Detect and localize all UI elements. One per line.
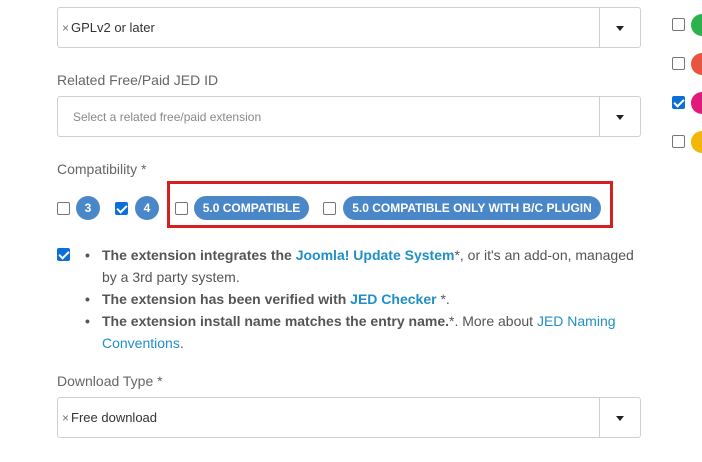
green-badge-icon: [691, 14, 702, 36]
license-select[interactable]: × GPLv2 or later: [57, 7, 641, 48]
related-label: Related Free/Paid JED ID: [57, 72, 219, 88]
requirement-note: *. More about: [449, 313, 537, 329]
related-dropdown-toggle[interactable]: [599, 97, 640, 136]
compatibility-label: Compatibility *: [57, 161, 147, 177]
related-select[interactable]: Select a related free/paid extension: [57, 96, 641, 137]
download-type-label: Download Type *: [57, 373, 163, 389]
pink-badge-icon: [691, 92, 702, 114]
caret-down-icon: [616, 115, 624, 120]
compat-3-badge: 3: [76, 196, 100, 220]
download-type-tag[interactable]: × Free download: [62, 410, 157, 425]
jed-checker-link[interactable]: JED Checker: [350, 291, 436, 307]
requirement-text: The extension has been verified with: [102, 291, 351, 307]
compat-5-checkbox[interactable]: [175, 202, 188, 215]
red-badge-icon: [691, 53, 702, 75]
list-item: The extension install name matches the e…: [85, 310, 645, 354]
right-checkbox-4[interactable]: [672, 135, 685, 148]
compat-4-checkbox[interactable]: [115, 202, 128, 215]
requirements-list: The extension integrates the Joomla! Upd…: [85, 244, 645, 354]
download-type-tag-label: Free download: [71, 410, 158, 425]
list-item: The extension integrates the Joomla! Upd…: [85, 244, 645, 288]
license-dropdown-toggle[interactable]: [599, 8, 640, 47]
requirements-checkbox[interactable]: [57, 248, 70, 261]
remove-tag-icon[interactable]: ×: [62, 411, 69, 425]
right-checkbox-2[interactable]: [672, 57, 685, 70]
yellow-badge-icon: [691, 131, 702, 153]
related-placeholder: Select a related free/paid extension: [73, 110, 262, 124]
list-item: The extension has been verified with JED…: [85, 288, 645, 310]
download-type-dropdown-toggle[interactable]: [599, 398, 640, 437]
remove-tag-icon[interactable]: ×: [62, 21, 69, 35]
requirement-text: The extension integrates the: [102, 247, 296, 263]
download-type-select[interactable]: × Free download: [57, 397, 641, 438]
right-checkbox-3[interactable]: [672, 96, 685, 109]
joomla-update-system-link[interactable]: Joomla! Update System: [296, 247, 455, 263]
license-tag[interactable]: × GPLv2 or later: [62, 20, 155, 35]
caret-down-icon: [616, 416, 624, 421]
requirement-text: The extension install name matches the e…: [102, 313, 449, 329]
compat-4-badge: 4: [135, 196, 159, 220]
right-checkbox-1[interactable]: [672, 18, 685, 31]
compat-5-bc-badge: 5.0 COMPATIBLE ONLY WITH B/C PLUGIN: [343, 196, 601, 220]
caret-down-icon: [616, 26, 624, 31]
compat-5-bc-checkbox[interactable]: [323, 202, 336, 215]
requirement-note: *.: [436, 291, 450, 307]
license-tag-label: GPLv2 or later: [71, 20, 155, 35]
requirement-end: .: [179, 335, 184, 351]
compat-3-checkbox[interactable]: [57, 202, 70, 215]
compat-5-badge: 5.0 COMPATIBLE: [194, 196, 309, 220]
